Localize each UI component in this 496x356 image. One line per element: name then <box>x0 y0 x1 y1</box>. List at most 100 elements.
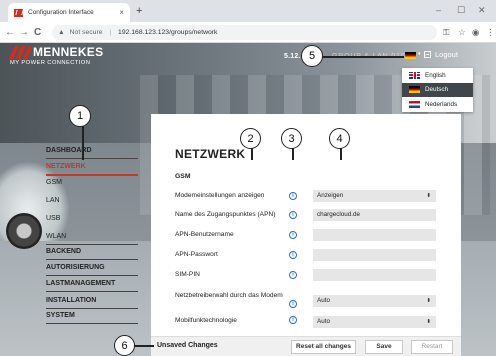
info-icon[interactable]: i <box>289 251 297 259</box>
mennekes-brand: MENNEKES MY POWER CONNECTION <box>9 45 139 73</box>
page-title: NETZWERK <box>175 147 246 161</box>
nav-divider <box>46 244 138 245</box>
sidebar-item-lastmanagement[interactable]: LASTMANAGEMENT <box>46 280 138 287</box>
sidebar-item-autorisierung[interactable]: AUTORISIERUNG <box>46 264 138 271</box>
language-label: English <box>425 71 446 79</box>
select-value: Auto <box>317 318 330 325</box>
screen: Configuration Interface × + – ☐ ✕ ← → C … <box>0 0 496 356</box>
key-icon[interactable]: ⚿ <box>443 27 449 38</box>
callout-2: 2 <box>240 128 261 149</box>
operator-select[interactable]: Auto ⬍ <box>313 295 436 307</box>
setting-label: Netzbetreiberwahl durch das Modem <box>175 292 283 299</box>
apn-input[interactable]: chargecloud.de <box>313 209 436 221</box>
apn-password-input[interactable] <box>313 249 436 261</box>
nav-divider <box>46 275 138 276</box>
device-ip: 5.12. <box>284 53 301 60</box>
modem-settings-select[interactable]: Anzeigen ⬍ <box>313 190 436 202</box>
apn-username-input[interactable] <box>313 229 436 241</box>
nav-divider <box>46 158 138 159</box>
browser-toolbar: ← → C ▲ Not secure | 192.168.123.123/gro… <box>0 22 496 43</box>
forward-icon[interactable]: → <box>19 26 29 39</box>
setting-label: Modemeinstellungen anzeigen <box>175 192 265 199</box>
unsaved-changes-bar: Unsaved Changes Reset all changes Save R… <box>151 336 461 356</box>
info-icon[interactable]: i <box>289 192 297 200</box>
language-option-nederlands[interactable]: Nederlands <box>402 97 473 112</box>
setting-label: Name des Zugangspunktes (APN) <box>175 211 276 218</box>
de-flag-icon <box>409 86 420 94</box>
language-menu: English Deutsch Nederlands <box>402 68 473 112</box>
content-panel: NETZWERK GSM Modemeinstellungen anzeigen… <box>151 114 461 336</box>
info-icon[interactable]: i <box>289 300 297 308</box>
sidebar-item-dashboard[interactable]: DASHBOARD <box>46 147 138 154</box>
window-close-icon[interactable]: ✕ <box>478 4 486 16</box>
section-title: GSM <box>175 173 191 180</box>
select-chevron-icon: ⬍ <box>426 298 431 304</box>
callout-6-leader <box>134 345 154 347</box>
setting-label: SIM-PIN <box>175 271 200 278</box>
sidebar-item-netzwerk[interactable]: NETZWERK <box>46 163 138 170</box>
reload-icon[interactable]: C <box>34 26 41 39</box>
sidebar-subitem-lan[interactable]: LAN <box>46 197 138 204</box>
save-button[interactable]: Save <box>365 340 403 354</box>
info-icon[interactable]: i <box>289 211 297 219</box>
logout-label: Logout <box>435 50 458 59</box>
callout-5: 5 <box>301 45 323 67</box>
mobile-technology-select[interactable]: Auto ⬍ <box>313 316 436 328</box>
uk-flag-icon <box>409 71 420 79</box>
language-option-english[interactable]: English <box>402 68 473 83</box>
select-value: Anzeigen <box>317 192 344 199</box>
maximize-icon[interactable]: ☐ <box>457 4 465 16</box>
reset-all-changes-button[interactable]: Reset all changes <box>291 340 356 354</box>
sim-pin-input[interactable] <box>313 269 436 281</box>
url-text: 192.168.123.123/groups/network <box>118 29 218 36</box>
info-icon[interactable]: i <box>289 271 297 279</box>
bookmark-star-icon[interactable]: ☆ <box>458 27 466 38</box>
select-chevron-icon: ⬍ <box>426 193 431 199</box>
callout-6: 6 <box>114 335 135 356</box>
callout-1: 1 <box>69 105 91 127</box>
language-option-deutsch[interactable]: Deutsch <box>402 82 473 97</box>
not-secure-label: Not secure <box>69 29 103 36</box>
browser-tab[interactable]: Configuration Interface × <box>8 3 130 22</box>
browser-menu-icon[interactable]: ⋮ <box>486 27 495 38</box>
nav-divider <box>46 323 138 324</box>
sidebar-subitem-usb[interactable]: USB <box>46 215 138 222</box>
callout-1-leader <box>82 125 84 160</box>
account-icon[interactable]: ◉ <box>472 27 479 38</box>
language-label: Nederlands <box>425 100 458 108</box>
setting-label: APN-Benutzername <box>175 231 234 238</box>
callout-5-leader <box>322 56 404 58</box>
address-bar[interactable]: ▲ Not secure | 192.168.123.123/groups/ne… <box>52 25 437 40</box>
browser-tab-strip: Configuration Interface × + – ☐ ✕ <box>0 0 496 22</box>
setting-label: APN-Passwort <box>175 251 218 258</box>
back-icon[interactable]: ← <box>5 26 15 39</box>
sidebar-item-system[interactable]: SYSTEM <box>46 312 138 319</box>
info-icon[interactable]: i <box>289 231 297 239</box>
brand-name: MENNEKES <box>33 45 104 59</box>
nav-active-underline <box>46 174 138 176</box>
callout-3: 3 <box>281 128 302 149</box>
minimize-icon[interactable]: – <box>436 4 441 16</box>
tab-title: Configuration Interface <box>28 9 94 16</box>
sidebar-subitem-wlan[interactable]: WLAN <box>46 233 138 240</box>
info-icon[interactable]: i <box>289 316 297 324</box>
sidebar-item-backend[interactable]: BACKEND <box>46 248 138 255</box>
nav-divider <box>46 291 138 292</box>
web-page: MENNEKES MY POWER CONNECTION 5.12. GROUP… <box>0 43 496 356</box>
tab-close-icon[interactable]: × <box>119 8 124 17</box>
language-label: Deutsch <box>425 86 449 94</box>
sidebar-item-installation[interactable]: INSTALLATION <box>46 297 138 304</box>
logout-icon <box>424 51 431 58</box>
sidebar-subitem-gsm[interactable]: GSM <box>46 179 138 186</box>
callout-4: 4 <box>329 128 350 149</box>
new-tab-icon[interactable]: + <box>136 4 142 18</box>
not-secure-warning-icon: ▲ <box>58 29 65 36</box>
address-separator: | <box>109 29 112 36</box>
mennekes-favicon-icon <box>14 8 23 17</box>
unsaved-changes-label: Unsaved Changes <box>157 342 218 349</box>
restart-button[interactable]: Restart <box>411 340 453 354</box>
language-flag-de-icon[interactable] <box>405 52 416 59</box>
background-photo-wheel <box>6 213 42 249</box>
language-caret-icon[interactable]: ▾ <box>418 51 421 57</box>
logout-button[interactable]: Logout <box>424 50 458 59</box>
